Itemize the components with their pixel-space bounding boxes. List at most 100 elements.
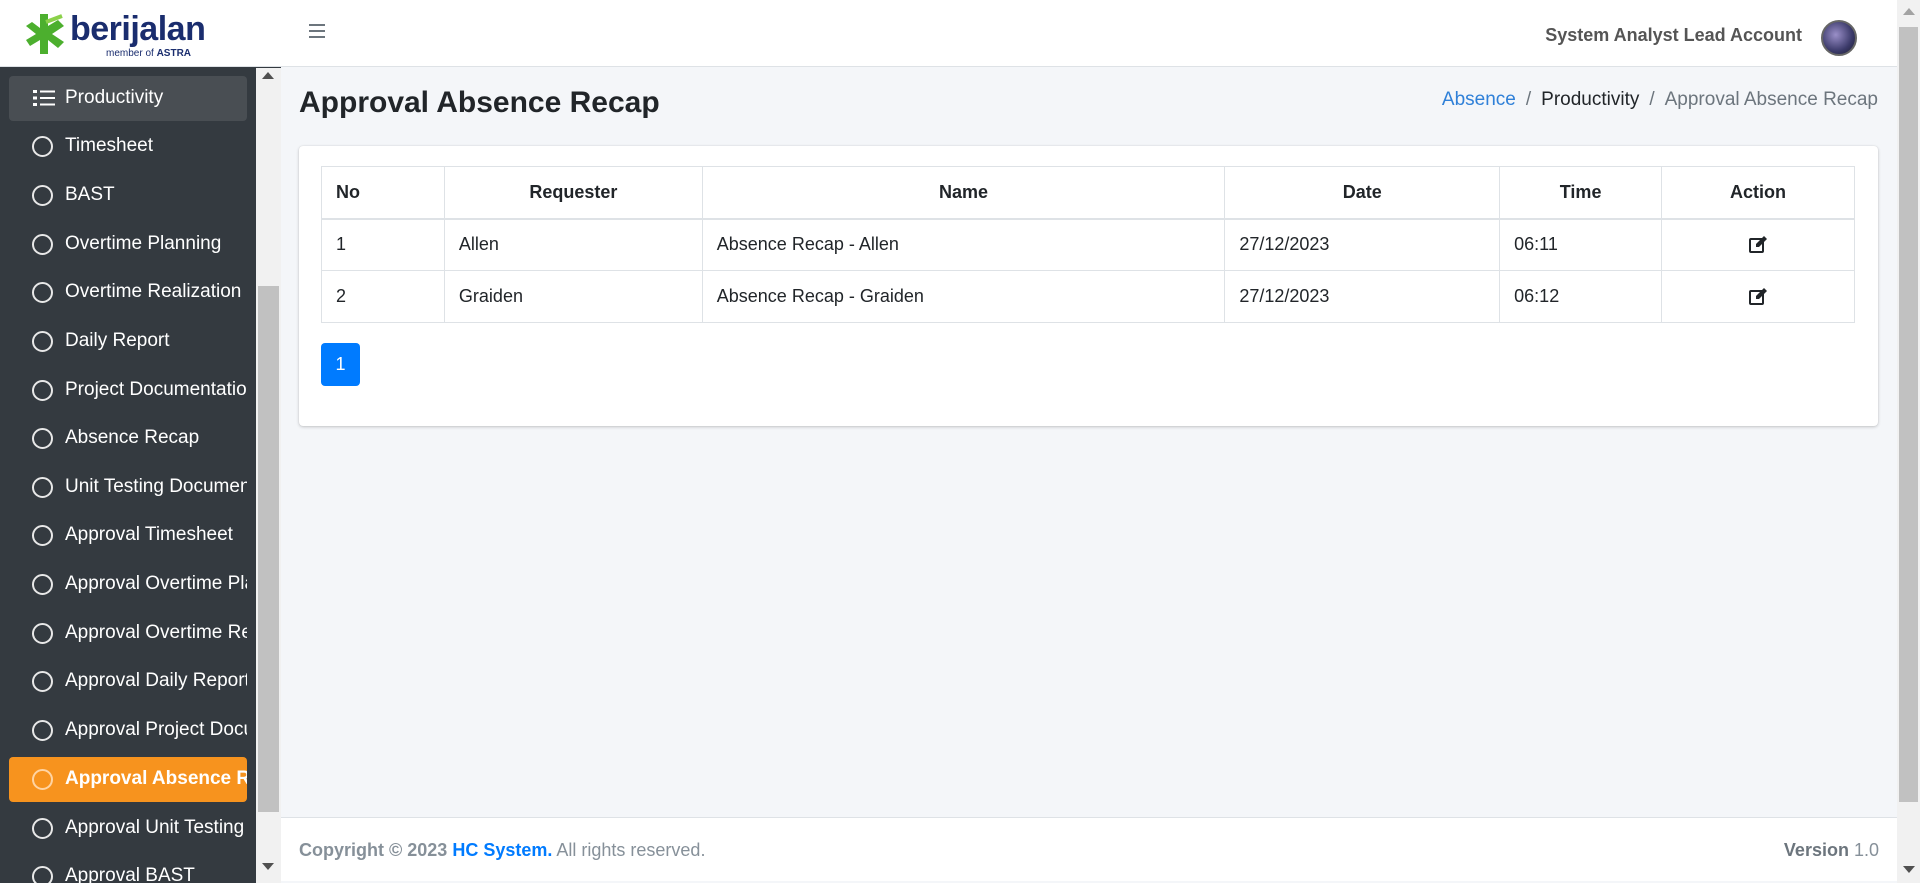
- approval-table: No Requester Name Date Time Action 1 All…: [321, 166, 1855, 323]
- circle-icon: [32, 818, 53, 839]
- sidebar-item-label: Productivity: [65, 87, 164, 108]
- column-header-action: Action: [1661, 166, 1855, 220]
- tagline-astra: ASTRA: [156, 48, 192, 59]
- sidebar-item-label: Approval Overtime Planning: [65, 573, 247, 594]
- column-header-name[interactable]: Name: [701, 166, 1226, 220]
- sidebar-scrollbar-thumb[interactable]: [258, 286, 279, 812]
- column-header-time[interactable]: Time: [1499, 166, 1663, 220]
- edit-icon[interactable]: [1748, 235, 1768, 255]
- scroll-down-arrow-icon[interactable]: [1903, 866, 1915, 873]
- sidebar-item-approval-overtime-planning[interactable]: Approval Overtime Planning: [9, 562, 247, 607]
- table-row: 1 Allen Absence Recap - Allen 27/12/2023…: [321, 218, 1855, 271]
- brand-logo[interactable]: berijalan member of ASTRA: [0, 0, 281, 67]
- sidebar-item-unit-testing-document[interactable]: Unit Testing Document: [9, 465, 247, 510]
- edit-icon[interactable]: [1748, 287, 1768, 307]
- sidebar-item-approval-bast[interactable]: Approval BAST: [9, 854, 247, 883]
- circle-icon: [32, 234, 53, 255]
- scroll-down-arrow-icon[interactable]: [262, 863, 274, 870]
- brand-name: berijalan: [70, 10, 206, 48]
- circle-icon: [32, 769, 53, 790]
- sidebar-item-label: Overtime Realization: [65, 281, 242, 302]
- sidebar-item-approval-overtime-realization[interactable]: Approval Overtime Realization: [9, 611, 247, 656]
- breadcrumb-productivity: Productivity: [1541, 89, 1640, 110]
- circle-icon: [32, 428, 53, 449]
- sidebar-item-absence-recap[interactable]: Absence Recap: [9, 416, 247, 461]
- company-link[interactable]: HC System.: [452, 840, 552, 860]
- hamburger-menu-icon[interactable]: [309, 24, 325, 38]
- scroll-up-arrow-icon[interactable]: [1903, 8, 1915, 15]
- breadcrumb-absence-link[interactable]: Absence: [1442, 89, 1516, 110]
- version-value: 1.0: [1853, 840, 1879, 860]
- sidebar-item-label: Overtime Planning: [65, 233, 222, 254]
- breadcrumb-current: Approval Absence Recap: [1664, 89, 1878, 110]
- circle-icon: [32, 282, 53, 303]
- sidebar-item-timesheet[interactable]: Timesheet: [9, 124, 247, 169]
- cell-time: 06:11: [1499, 218, 1663, 271]
- footer: Copyright © 2023 HC System. All rights r…: [281, 817, 1897, 881]
- sidebar-item-bast[interactable]: BAST: [9, 173, 247, 218]
- circle-icon: [32, 136, 53, 157]
- sidebar-nav: Productivity Timesheet BAST Overtime Pla…: [0, 68, 256, 883]
- sidebar-item-approval-absence-recap[interactable]: Approval Absence Recap: [9, 757, 247, 802]
- sidebar-item-label: Absence Recap: [65, 427, 200, 448]
- footer-version: Version 1.0: [1784, 840, 1879, 861]
- column-header-requester[interactable]: Requester: [443, 166, 703, 220]
- sidebar: berijalan member of ASTRA Productivity T…: [0, 0, 281, 883]
- sidebar-item-approval-project-documentation[interactable]: Approval Project Documentation: [9, 708, 247, 753]
- circle-icon: [32, 866, 53, 883]
- table-header-row: No Requester Name Date Time Action: [321, 166, 1855, 220]
- copyright-text: Copyright © 2023: [299, 840, 448, 860]
- cell-action: [1661, 270, 1855, 323]
- sidebar-item-label: Daily Report: [65, 330, 170, 351]
- pagination-page-button[interactable]: 1: [321, 343, 360, 386]
- sidebar-item-project-documentation[interactable]: Project Documentation: [9, 368, 247, 413]
- circle-icon: [32, 525, 53, 546]
- sidebar-item-label: Approval Overtime Realization: [65, 622, 247, 643]
- breadcrumb-separator: /: [1525, 89, 1532, 110]
- brand-tagline: member of ASTRA: [106, 48, 191, 59]
- scroll-up-arrow-icon[interactable]: [262, 72, 274, 79]
- page-title: Approval Absence Recap: [299, 86, 660, 119]
- cell-time: 06:12: [1499, 270, 1663, 323]
- column-header-no[interactable]: No: [321, 166, 445, 220]
- sidebar-item-overtime-realization[interactable]: Overtime Realization: [9, 270, 247, 315]
- top-navbar: System Analyst Lead Account: [281, 0, 1897, 67]
- sidebar-item-productivity[interactable]: Productivity: [9, 76, 247, 121]
- tagline-prefix: member of: [106, 48, 154, 59]
- sidebar-item-label: Approval Absence Recap: [65, 768, 247, 789]
- cell-no: 1: [321, 218, 445, 271]
- user-name[interactable]: System Analyst Lead Account: [1545, 25, 1802, 46]
- sidebar-item-label: BAST: [65, 184, 115, 205]
- cell-date: 27/12/2023: [1224, 270, 1501, 323]
- cell-date: 27/12/2023: [1224, 218, 1501, 271]
- breadcrumb: Absence / Productivity / Approval Absence Re…: [1442, 89, 1878, 111]
- sidebar-item-label: Timesheet: [65, 135, 153, 156]
- avatar[interactable]: [1821, 20, 1857, 56]
- page-scrollbar-thumb[interactable]: [1899, 27, 1918, 802]
- circle-icon: [32, 477, 53, 498]
- cell-requester: Allen: [443, 218, 703, 271]
- version-label: Version: [1783, 840, 1849, 860]
- circle-icon: [32, 380, 53, 401]
- sidebar-item-label: Unit Testing Document: [65, 476, 247, 497]
- circle-icon: [32, 574, 53, 595]
- sidebar-item-approval-daily-report[interactable]: Approval Daily Report: [9, 659, 247, 704]
- rights-text: All rights reserved.: [556, 840, 706, 860]
- sidebar-item-label: Approval BAST: [65, 865, 195, 883]
- berijalan-logo-icon: [26, 14, 64, 54]
- column-header-date[interactable]: Date: [1224, 166, 1501, 220]
- cell-action: [1661, 218, 1855, 271]
- sidebar-item-label: Approval Timesheet: [65, 524, 233, 545]
- list-icon: [33, 90, 55, 106]
- circle-icon: [32, 331, 53, 352]
- sidebar-item-label: Approval Daily Report: [65, 670, 247, 691]
- cell-requester: Graiden: [443, 270, 703, 323]
- sidebar-item-approval-unit-testing-document[interactable]: Approval Unit Testing Document: [9, 806, 247, 851]
- cell-name: Absence Recap - Graiden: [701, 270, 1226, 323]
- sidebar-item-approval-timesheet[interactable]: Approval Timesheet: [9, 513, 247, 558]
- sidebar-item-daily-report[interactable]: Daily Report: [9, 319, 247, 364]
- circle-icon: [32, 185, 53, 206]
- breadcrumb-separator: /: [1649, 89, 1655, 110]
- footer-copyright: Copyright © 2023 HC System. All rights r…: [299, 840, 705, 861]
- sidebar-item-overtime-planning[interactable]: Overtime Planning: [9, 222, 247, 267]
